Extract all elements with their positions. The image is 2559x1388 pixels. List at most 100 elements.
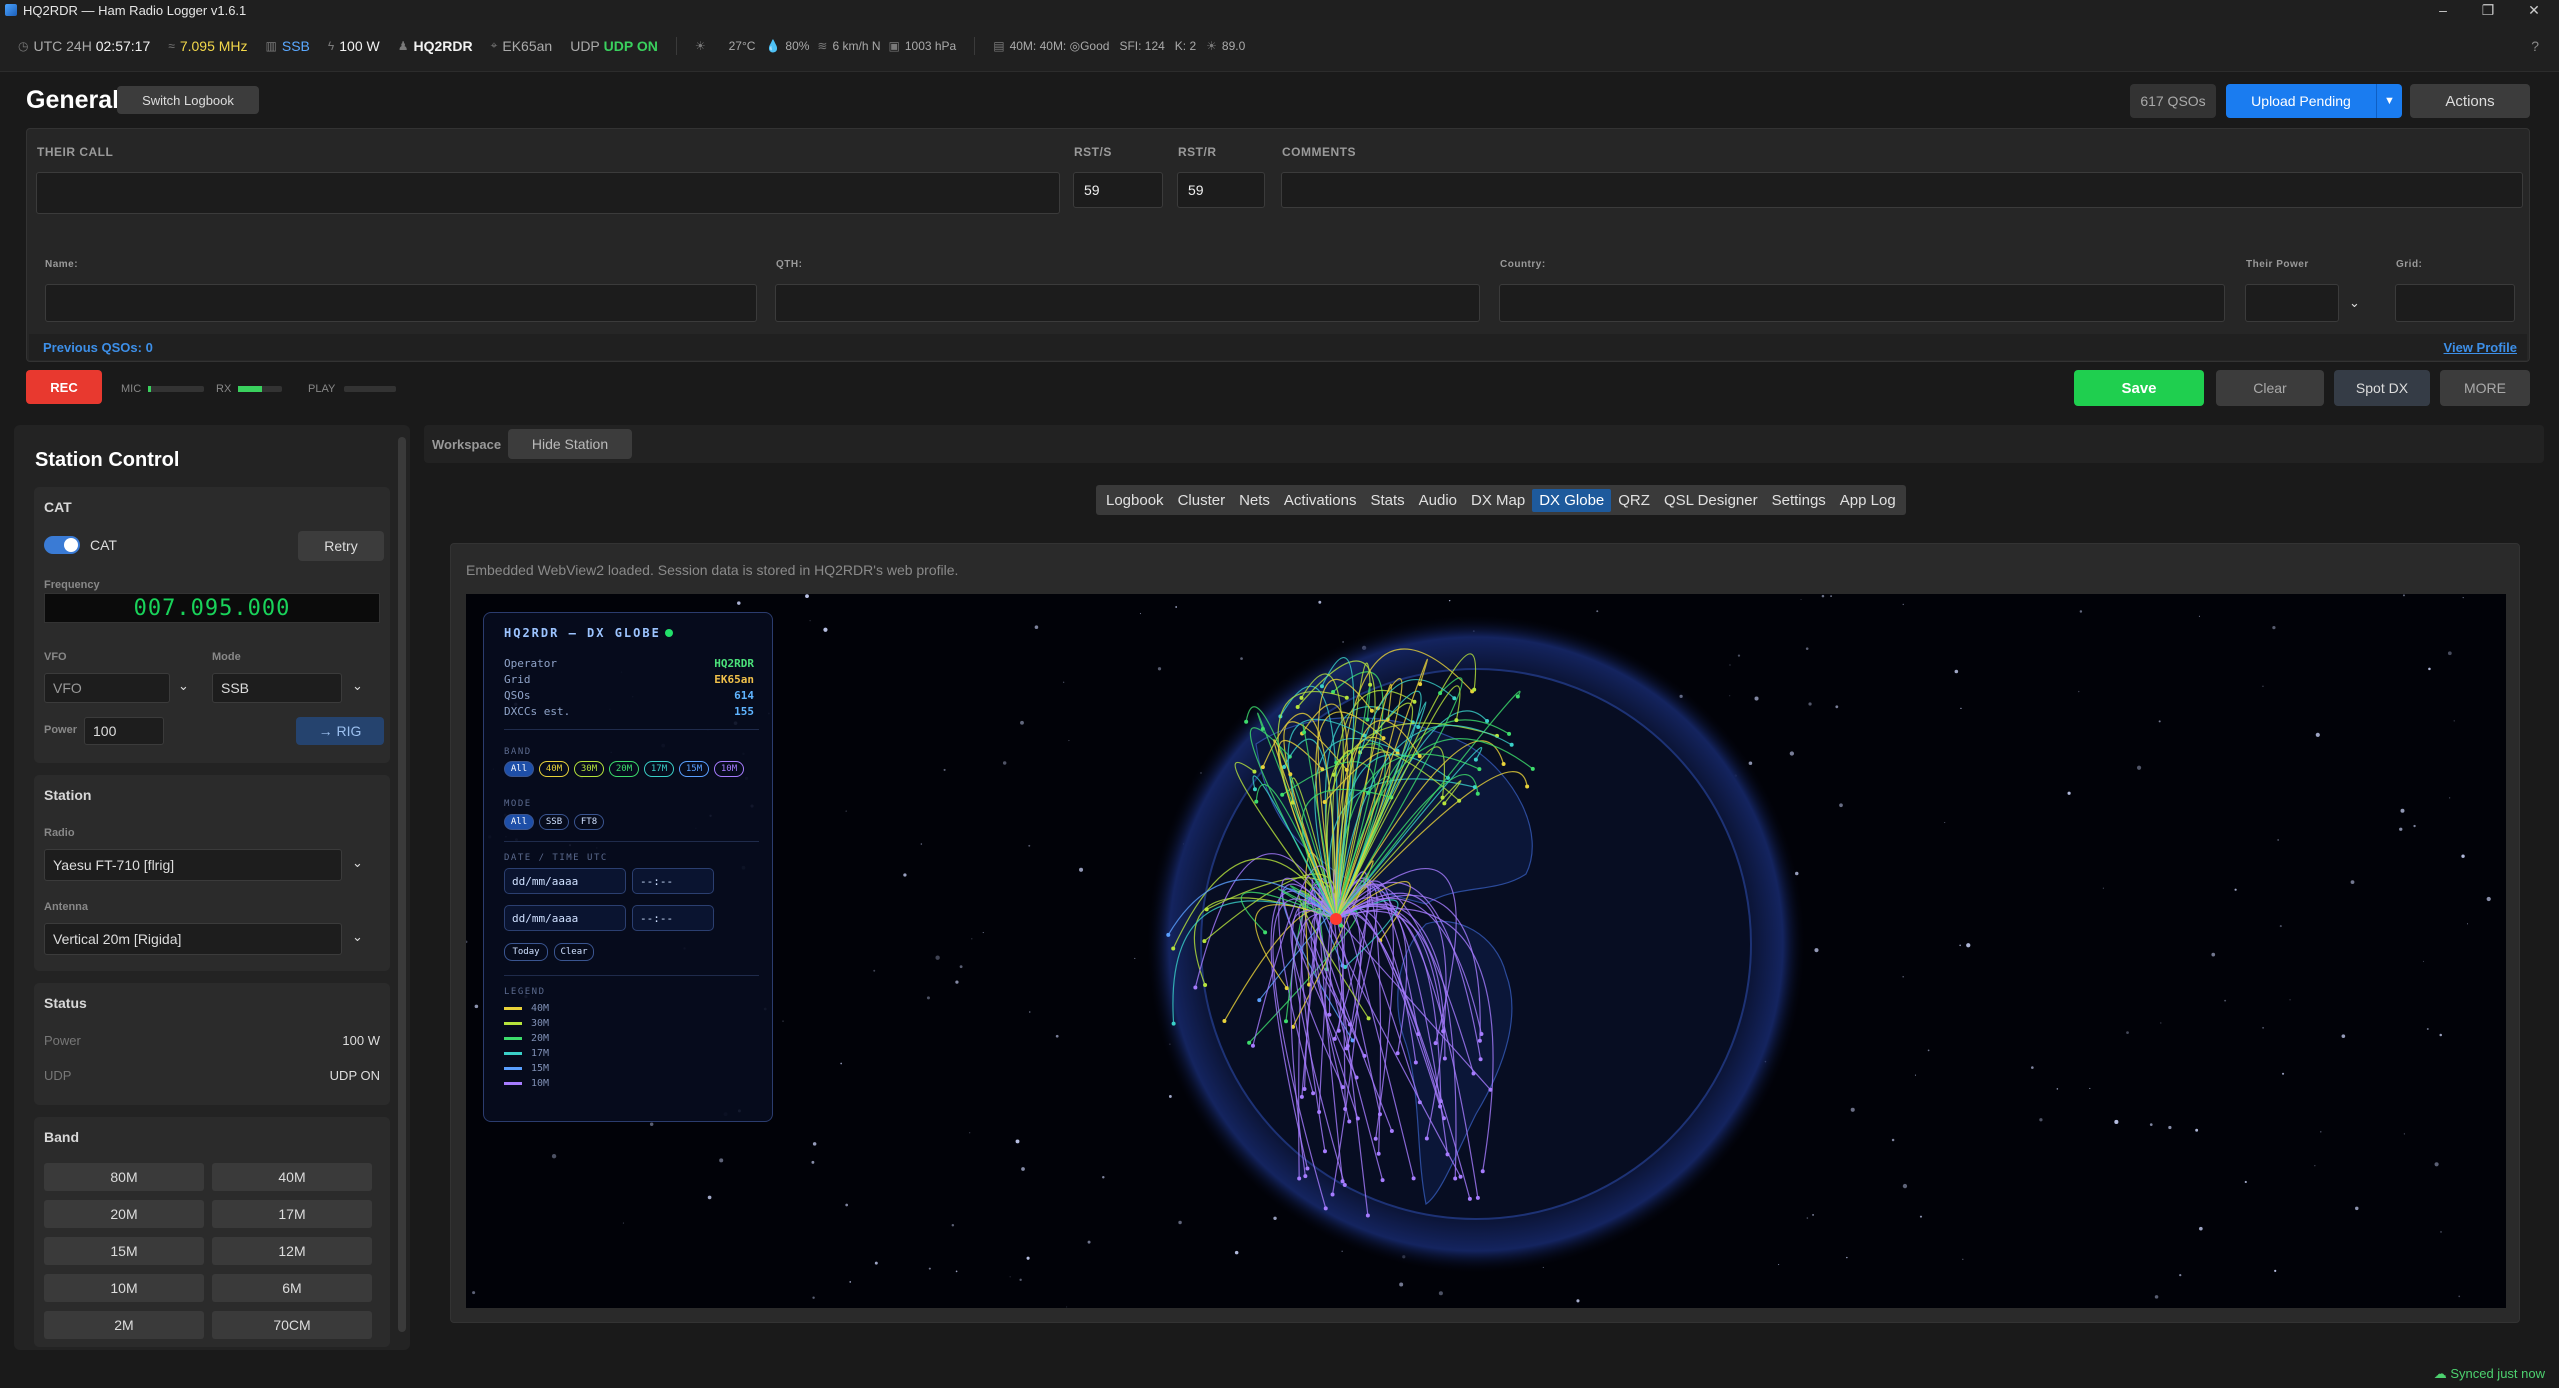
- end-date-input[interactable]: dd/mm/aaaa: [504, 905, 626, 931]
- qso-endpoint: [1509, 742, 1514, 747]
- qso-endpoint: [1250, 1043, 1255, 1048]
- band-button-17m[interactable]: 17M: [212, 1200, 372, 1228]
- maximize-icon[interactable]: ❐: [2468, 0, 2508, 20]
- star: [472, 1291, 476, 1295]
- help-icon[interactable]: ?: [2531, 38, 2539, 54]
- dx-globe-view[interactable]: HQ2RDR — DX GLOBE Operator HQ2RDR Grid EK6…: [466, 594, 2506, 1308]
- grid-input[interactable]: [2395, 284, 2515, 322]
- tab-qrz[interactable]: QRZ: [1611, 489, 1657, 512]
- record-button[interactable]: REC: [26, 370, 102, 404]
- band-button-40m[interactable]: 40M: [212, 1163, 372, 1191]
- their-power-input[interactable]: [2245, 284, 2339, 322]
- band-chip-20m[interactable]: 20M: [609, 761, 639, 777]
- tab-dx-globe[interactable]: DX Globe: [1532, 488, 1612, 512]
- tab-logbook[interactable]: Logbook: [1099, 489, 1171, 512]
- band-chip-30m[interactable]: 30M: [574, 761, 604, 777]
- radio-select[interactable]: Yaesu FT-710 [flrig]: [44, 849, 342, 881]
- frequency-display[interactable]: 007.095.000: [44, 593, 380, 623]
- country-input[interactable]: [1499, 284, 2225, 322]
- legend-label-15m: 15M: [531, 1063, 550, 1074]
- band-button-15m[interactable]: 15M: [44, 1237, 204, 1265]
- star: [1846, 1256, 1848, 1259]
- tab-cluster[interactable]: Cluster: [1171, 489, 1233, 512]
- band-button-10m[interactable]: 10M: [44, 1274, 204, 1302]
- vfo-chevron-icon[interactable]: ⌄: [178, 678, 189, 694]
- qso-endpoint: [1252, 769, 1257, 774]
- tab-stats[interactable]: Stats: [1363, 489, 1411, 512]
- star: [1063, 681, 1065, 683]
- upload-dropdown-icon[interactable]: ▼: [2376, 84, 2402, 118]
- tab-settings[interactable]: Settings: [1765, 489, 1833, 512]
- antenna-chevron-icon[interactable]: ⌄: [352, 929, 363, 945]
- tab-audio[interactable]: Audio: [1412, 489, 1464, 512]
- their-call-input[interactable]: [36, 172, 1060, 214]
- mode-chip-ssb[interactable]: SSB: [539, 814, 569, 830]
- actions-button[interactable]: Actions: [2410, 84, 2530, 118]
- star: [2289, 999, 2291, 1001]
- power-input[interactable]: 100: [84, 717, 164, 745]
- rst-sent-input[interactable]: 59: [1073, 172, 1163, 208]
- star: [1029, 1011, 1031, 1013]
- clear-button[interactable]: Clear: [2216, 370, 2324, 406]
- today-button[interactable]: Today: [504, 943, 548, 961]
- sidebar-scrollbar[interactable]: [398, 437, 406, 1332]
- legend-swatch: [504, 1051, 522, 1055]
- qso-endpoint: [1441, 1116, 1446, 1121]
- band-chip-15m[interactable]: 15M: [679, 761, 709, 777]
- band-button-2m[interactable]: 2M: [44, 1311, 204, 1339]
- tab-nets[interactable]: Nets: [1232, 489, 1277, 512]
- tab-app-log[interactable]: App Log: [1833, 489, 1903, 512]
- band-button-80m[interactable]: 80M: [44, 1163, 204, 1191]
- rst-received-input[interactable]: 59: [1177, 172, 1265, 208]
- chevron-down-icon[interactable]: ⌄: [2349, 295, 2360, 311]
- save-button[interactable]: Save: [2074, 370, 2204, 406]
- star: [2434, 1162, 2439, 1167]
- close-icon[interactable]: ✕: [2514, 0, 2554, 20]
- band-button-6m[interactable]: 6M: [212, 1274, 372, 1302]
- retry-button[interactable]: Retry: [298, 531, 384, 561]
- to-rig-button[interactable]: → RIG: [296, 717, 384, 745]
- comments-input[interactable]: [1281, 172, 2523, 208]
- name-input[interactable]: [45, 284, 757, 322]
- hide-station-button[interactable]: Hide Station: [508, 429, 632, 459]
- band-chip-10m[interactable]: 10M: [714, 761, 744, 777]
- qso-endpoint: [1381, 736, 1386, 741]
- legend-label-40m: 40M: [531, 1003, 550, 1014]
- antenna-select[interactable]: Vertical 20m [Rigida]: [44, 923, 342, 955]
- star: [1729, 664, 1731, 666]
- tab-dx-map[interactable]: DX Map: [1464, 489, 1532, 512]
- band-button-70cm[interactable]: 70CM: [212, 1311, 372, 1339]
- switch-logbook-button[interactable]: Switch Logbook: [117, 86, 259, 114]
- star: [1021, 1167, 1025, 1171]
- radio-chevron-icon[interactable]: ⌄: [352, 855, 363, 871]
- vfo-select[interactable]: VFO: [44, 673, 170, 703]
- more-button[interactable]: MORE: [2440, 370, 2530, 406]
- start-time-input[interactable]: --:--: [632, 868, 714, 894]
- start-date-input[interactable]: dd/mm/aaaa: [504, 868, 626, 894]
- mode-chip-ft8[interactable]: FT8: [574, 814, 604, 830]
- cat-toggle[interactable]: [44, 536, 80, 554]
- view-profile-link[interactable]: View Profile: [2444, 340, 2517, 355]
- band-button-20m[interactable]: 20M: [44, 1200, 204, 1228]
- spot-dx-button[interactable]: Spot DX: [2334, 370, 2430, 406]
- band-chip-all[interactable]: All: [504, 761, 534, 777]
- globe-info-panel: HQ2RDR — DX GLOBE Operator HQ2RDR Grid EK6…: [483, 612, 773, 1122]
- star: [2402, 594, 2405, 597]
- end-time-input[interactable]: --:--: [632, 905, 714, 931]
- band-button-12m[interactable]: 12M: [212, 1237, 372, 1265]
- qth-input[interactable]: [775, 284, 1480, 322]
- band-chip-17m[interactable]: 17M: [644, 761, 674, 777]
- mode-chevron-icon[interactable]: ⌄: [352, 678, 363, 694]
- vfo-label: VFO: [44, 651, 67, 663]
- tab-activations[interactable]: Activations: [1277, 489, 1364, 512]
- qso-endpoint: [1366, 1016, 1371, 1021]
- mode-chip-all[interactable]: All: [504, 814, 534, 830]
- minimize-icon[interactable]: –: [2423, 0, 2463, 20]
- band-chip-40m[interactable]: 40M: [539, 761, 569, 777]
- star: [959, 965, 963, 969]
- tab-qsl-designer[interactable]: QSL Designer: [1657, 489, 1765, 512]
- upload-pending-button[interactable]: Upload Pending: [2226, 84, 2376, 118]
- play-label: PLAY: [308, 383, 336, 395]
- clear-date-button[interactable]: Clear: [554, 943, 594, 961]
- mode-select[interactable]: SSB: [212, 673, 342, 703]
